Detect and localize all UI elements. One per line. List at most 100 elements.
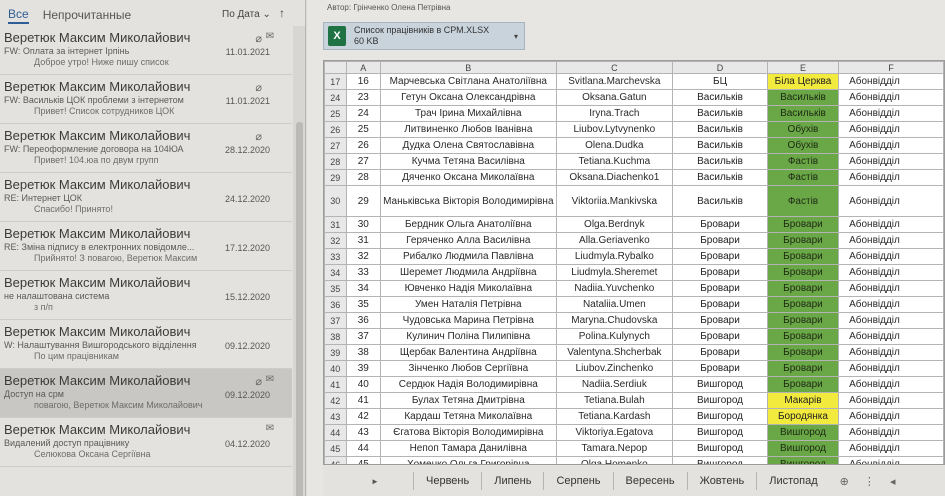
sheet-tab[interactable]: Червень <box>413 472 481 490</box>
cell-login[interactable]: Nadiia.Yuvchenko <box>555 280 674 297</box>
attachment-card[interactable]: X Список працівників в СРМ.XLSX 60 KB ▾ <box>323 22 525 50</box>
row-header[interactable]: 42 <box>324 392 347 409</box>
cell-branch[interactable]: БЦ <box>672 73 768 90</box>
cell-name[interactable]: Чудовська Марина Петрівна <box>380 312 557 329</box>
cell-department[interactable]: Абонвідділ <box>838 232 944 249</box>
sort-by-date-button[interactable]: По Дата ⌄ <box>222 9 271 20</box>
cell-branch[interactable]: Васильків <box>672 169 768 186</box>
cell-number[interactable]: 39 <box>345 360 382 377</box>
cell-name[interactable]: Булах Тетяна Дмитрівна <box>380 392 557 409</box>
row-header[interactable]: 28 <box>324 153 347 170</box>
row-header[interactable]: 35 <box>324 280 347 297</box>
row-header[interactable]: 31 <box>324 216 347 233</box>
cell-branch[interactable]: Вишгород <box>672 424 768 441</box>
cell-department[interactable]: Абонвідділ <box>838 153 944 170</box>
cell-office[interactable]: Бровари <box>766 296 840 313</box>
cell-branch[interactable]: Бровари <box>672 344 768 361</box>
row-header[interactable]: 26 <box>324 121 347 138</box>
cell-office[interactable]: Бровари <box>766 232 840 249</box>
cell-branch[interactable]: Вишгород <box>672 440 768 457</box>
cell-number[interactable]: 34 <box>345 280 382 297</box>
attachment-menu-icon[interactable]: ▾ <box>514 32 518 41</box>
sort-direction-button[interactable]: ↑ <box>279 6 285 20</box>
cell-department[interactable]: Абонвідділ <box>838 280 944 297</box>
cell-office[interactable]: Васильків <box>766 105 840 122</box>
cell-department[interactable]: Абонвідділ <box>838 456 944 464</box>
cell-branch[interactable]: Бровари <box>672 296 768 313</box>
cell-name[interactable]: Гетун Оксана Олександрівна <box>380 89 557 106</box>
cell-login[interactable]: Viktoriya.Egatova <box>555 424 674 441</box>
cell-office[interactable]: Васильків <box>766 89 840 106</box>
cell-office[interactable]: Фастів <box>766 185 840 217</box>
cell-department[interactable]: Абонвідділ <box>838 312 944 329</box>
cell-number[interactable]: 27 <box>345 153 382 170</box>
mail-list-item[interactable]: Веретюк Максим Миколайович Доступ на срм п… <box>0 369 292 418</box>
cell-department[interactable]: Абонвідділ <box>838 89 944 106</box>
cell-number[interactable]: 35 <box>345 296 382 313</box>
cell-name[interactable]: Кучма Тетяна Василівна <box>380 153 557 170</box>
cell-department[interactable]: Абонвідділ <box>838 137 944 154</box>
cell-branch[interactable]: Вишгород <box>672 408 768 425</box>
cell-department[interactable]: Абонвідділ <box>838 440 944 457</box>
cell-branch[interactable]: Васильків <box>672 153 768 170</box>
cell-name[interactable]: Марчевська Світлана Анатоліївна <box>380 73 557 90</box>
cell-department[interactable]: Абонвідділ <box>838 360 944 377</box>
cell-login[interactable]: Valentyna.Shcherbak <box>555 344 674 361</box>
add-sheet-icon[interactable]: ⊕ ⋮ ◂ <box>840 475 902 488</box>
filter-all-tab[interactable]: Все <box>8 7 29 24</box>
mail-list-item[interactable]: Веретюк Максим Миколайович RE: Интернет Ц… <box>0 173 292 222</box>
cell-department[interactable]: Абонвідділ <box>838 344 944 361</box>
column-header[interactable]: A <box>345 61 382 74</box>
cell-login[interactable]: Svitlana.Marchevska <box>555 73 674 90</box>
cell-name[interactable]: Дяченко Оксана Миколаївна <box>380 169 557 186</box>
cell-number[interactable]: 32 <box>345 248 382 265</box>
cell-office[interactable]: Фастів <box>766 169 840 186</box>
row-header[interactable]: 27 <box>324 137 347 154</box>
cell-name[interactable]: Ювченко Надія Миколаївна <box>380 280 557 297</box>
cell-office[interactable]: Бровари <box>766 376 840 393</box>
cell-branch[interactable]: Васильків <box>672 105 768 122</box>
cell-branch[interactable]: Вишгород <box>672 392 768 409</box>
cell-number[interactable]: 45 <box>345 456 382 464</box>
row-header[interactable]: 30 <box>324 185 347 217</box>
cell-branch[interactable]: Бровари <box>672 328 768 345</box>
cell-number[interactable]: 30 <box>345 216 382 233</box>
column-header[interactable]: D <box>672 61 768 74</box>
row-header[interactable]: 39 <box>324 344 347 361</box>
cell-department[interactable]: Абонвідділ <box>838 408 944 425</box>
cell-number[interactable]: 25 <box>345 121 382 138</box>
row-header[interactable]: 17 <box>324 73 347 90</box>
cell-department[interactable]: Абонвідділ <box>838 73 944 90</box>
column-header[interactable]: F <box>838 61 944 74</box>
cell-branch[interactable]: Бровари <box>672 232 768 249</box>
sheet-tab[interactable]: Жовтень <box>686 472 757 490</box>
cell-number[interactable]: 43 <box>345 424 382 441</box>
cell-number[interactable]: 37 <box>345 328 382 345</box>
cell-department[interactable]: Абонвідділ <box>838 376 944 393</box>
cell-name[interactable]: Хоменко Ольга Григорівна <box>380 456 557 464</box>
mail-list-item[interactable]: Веретюк Максим Миколайович FW: Переоформл… <box>0 124 292 173</box>
mail-list-item[interactable]: Веретюк Максим Миколайович RE: Зміна підп… <box>0 222 292 271</box>
cell-name[interactable]: Щербак Валентина Андріївна <box>380 344 557 361</box>
cell-login[interactable]: Polina.Kulynych <box>555 328 674 345</box>
cell-login[interactable]: Olga.Berdnyk <box>555 216 674 233</box>
cell-department[interactable]: Абонвідділ <box>838 392 944 409</box>
cell-name[interactable]: Єгатова Вікторія Володимирівна <box>380 424 557 441</box>
column-header[interactable]: E <box>766 61 840 74</box>
cell-login[interactable]: Tetiana.Bulah <box>555 392 674 409</box>
row-header[interactable]: 33 <box>324 248 347 265</box>
cell-office[interactable]: Обухів <box>766 121 840 138</box>
cell-number[interactable]: 42 <box>345 408 382 425</box>
cell-login[interactable]: Tetiana.Kardash <box>555 408 674 425</box>
scrollbar-thumb[interactable] <box>296 122 303 496</box>
cell-login[interactable]: Viktoriia.Mankivska <box>555 185 674 217</box>
column-header[interactable]: C <box>555 61 674 74</box>
cell-number[interactable]: 28 <box>345 169 382 186</box>
cell-login[interactable]: Tetiana.Kuchma <box>555 153 674 170</box>
row-header[interactable]: 37 <box>324 312 347 329</box>
cell-department[interactable]: Абонвідділ <box>838 216 944 233</box>
column-header[interactable]: B <box>380 61 557 74</box>
mail-list-item[interactable]: Веретюк Максим Миколайович Видалений дост… <box>0 418 292 467</box>
cell-number[interactable]: 44 <box>345 440 382 457</box>
cell-department[interactable]: Абонвідділ <box>838 121 944 138</box>
